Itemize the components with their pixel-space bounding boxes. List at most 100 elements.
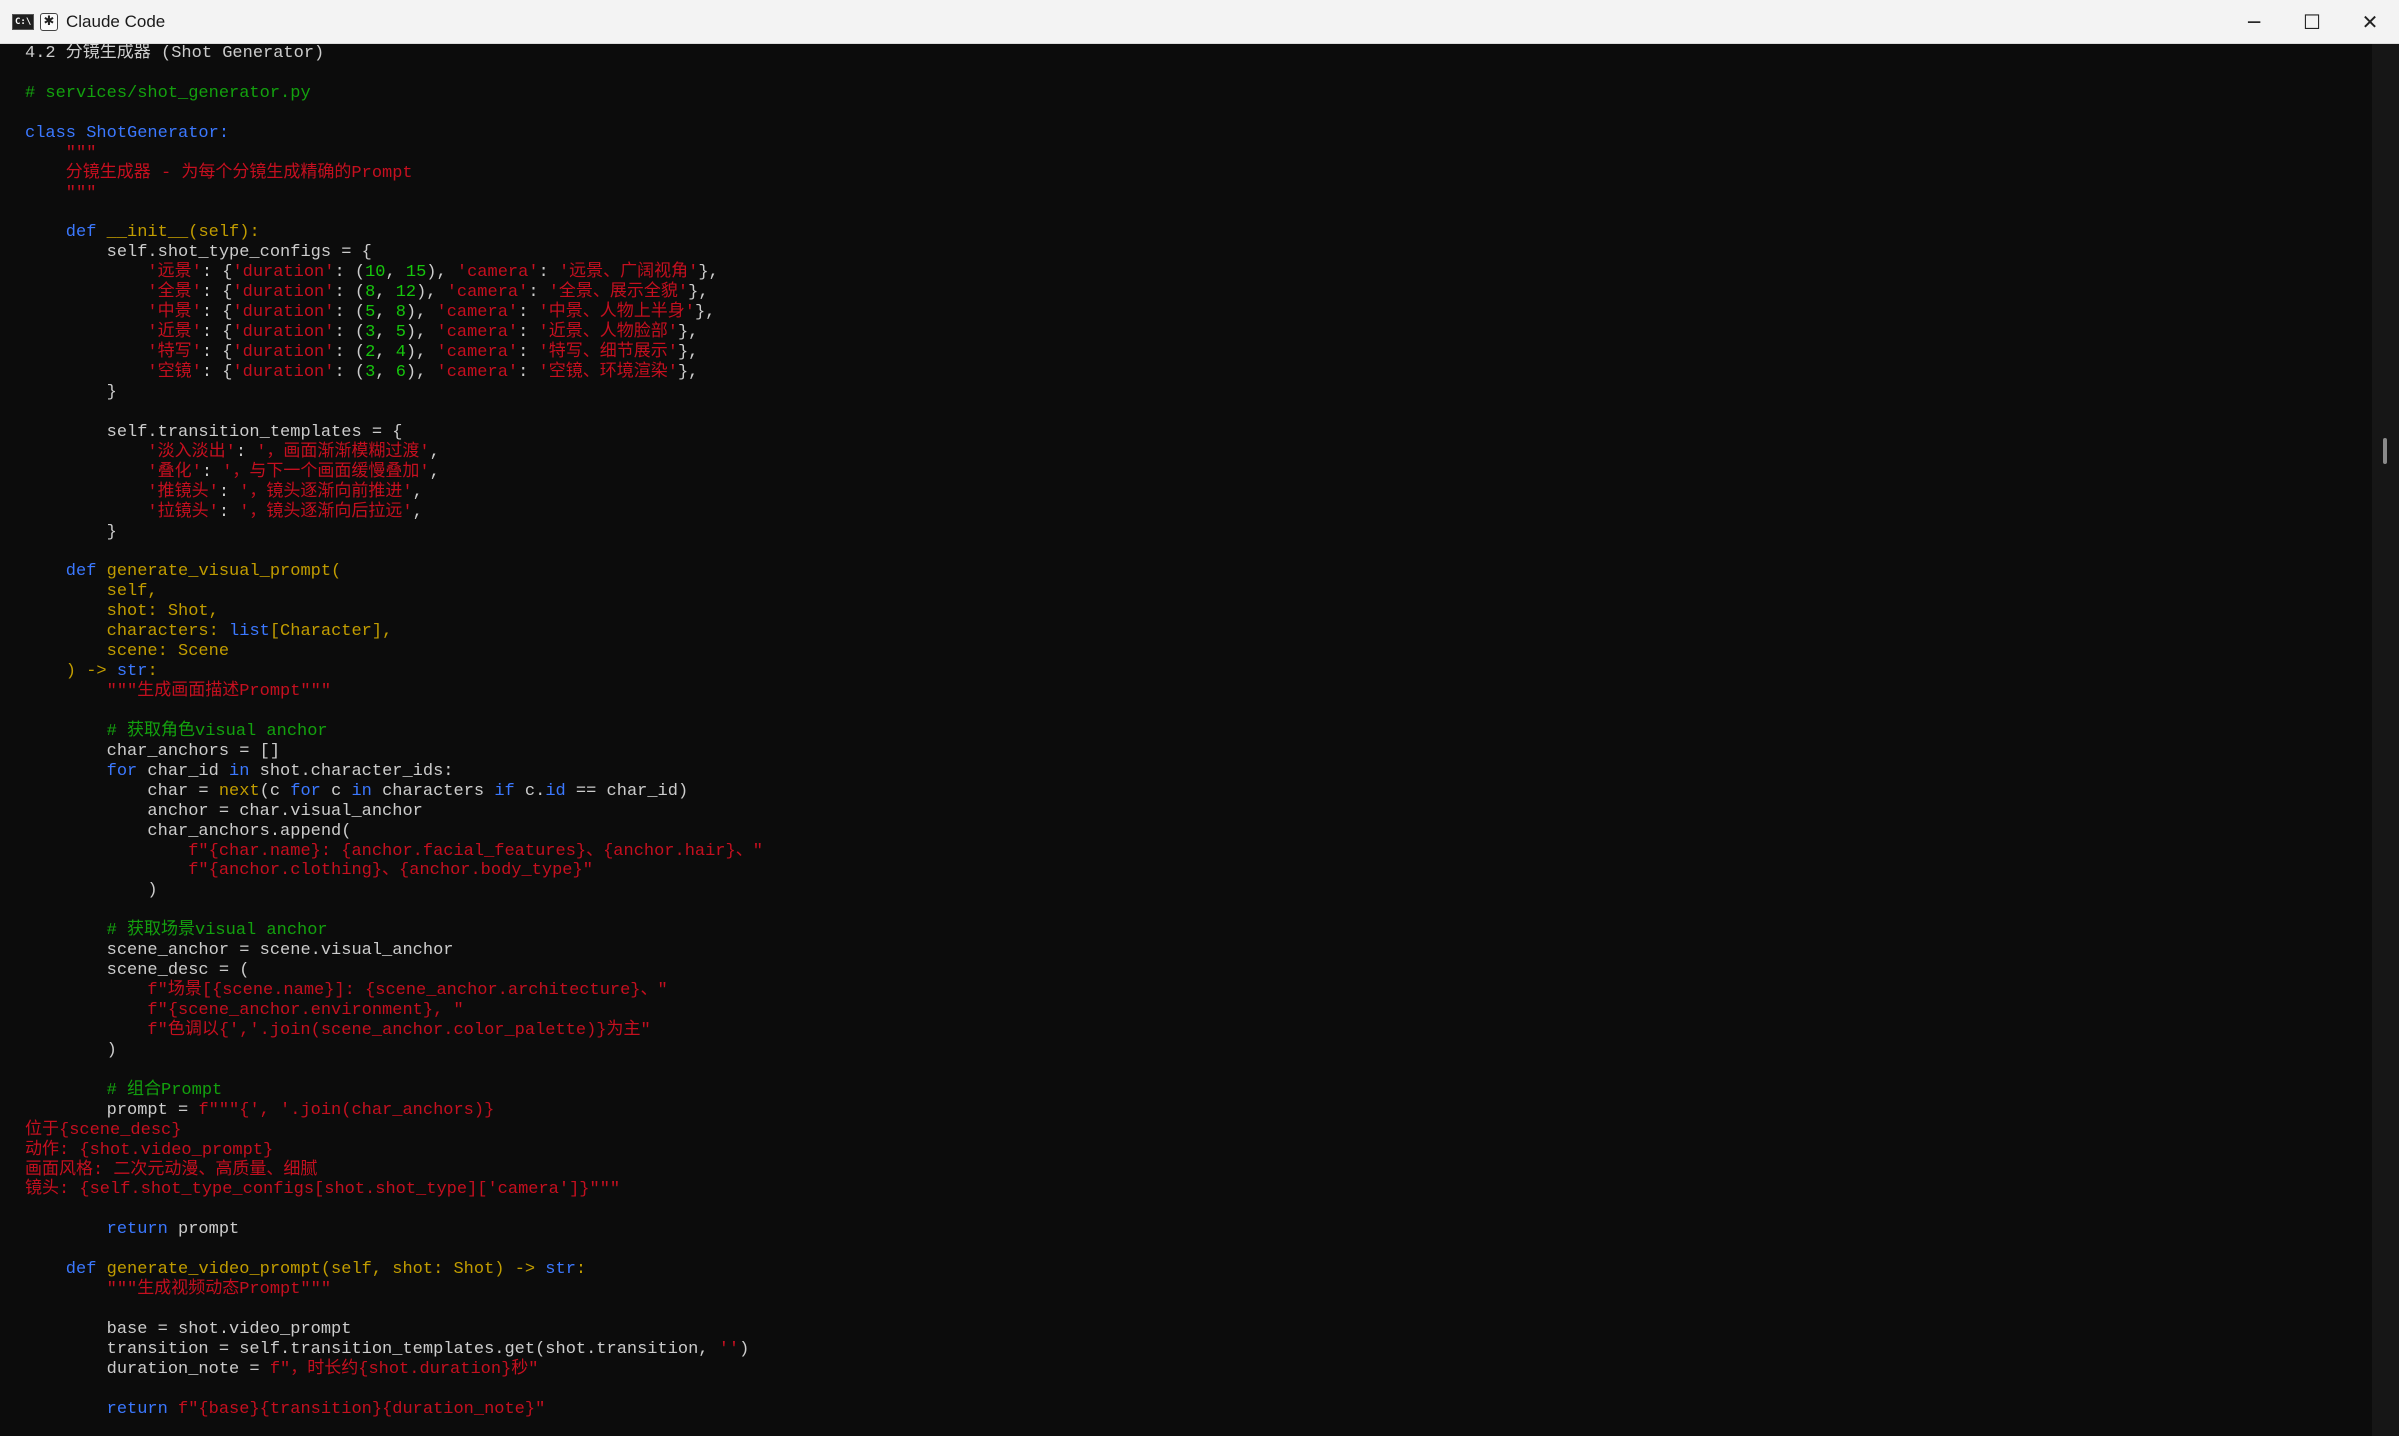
code-token: f"{anchor.clothing}、{anchor.body_type}" (25, 861, 593, 881)
code-token: str (116, 662, 148, 682)
code-line: f"色调以{','.join(scene_anchor.color_palett… (25, 1021, 763, 1041)
code-token: """ (25, 183, 97, 203)
code-token: , (375, 283, 396, 303)
code-line: scene_desc = ( (25, 961, 763, 981)
code-line: '中景': {'duration': (5, 8), 'camera': '中景… (25, 303, 763, 323)
code-token: : { (201, 343, 233, 363)
window-title: Claude Code (66, 11, 166, 31)
code-line: """ (25, 184, 763, 204)
code-token: ), (405, 343, 437, 363)
code-token: : { (201, 363, 233, 382)
code-token: (c (259, 781, 291, 801)
code-token: '，画面渐渐模糊过渡' (256, 442, 430, 462)
code-token: '叠化' (25, 462, 202, 482)
code-token: c (331, 781, 352, 801)
code-token: base = shot.video_prompt (25, 1320, 352, 1339)
code-token: }, (688, 283, 709, 303)
code-token: }, (694, 303, 716, 323)
code-token: 'camera' (436, 363, 519, 382)
code-token: '中景' (25, 303, 202, 323)
code-token: ) (25, 1040, 117, 1060)
code-token: 'duration' (232, 303, 335, 323)
code-line: return prompt (25, 1220, 763, 1240)
code-token: f"""{', '.join(char_anchors)} (198, 1100, 495, 1120)
code-token: 'duration' (232, 323, 335, 343)
code-token: f"{char.name}: {anchor.facial_features}、… (25, 841, 763, 861)
code-token: for (290, 781, 332, 801)
code-token: '，与下一个画面缓慢叠加' (222, 462, 430, 482)
code-token: ), (416, 283, 447, 303)
code-token: ), (405, 323, 437, 343)
terminal-output[interactable]: 4.2 分镜生成器 (Shot Generator) # services/sho… (0, 44, 2372, 1436)
code-token: , (385, 263, 406, 283)
code-line: '推镜头': '，镜头逐渐向前推进', (25, 483, 763, 503)
code-token: : (218, 482, 240, 502)
code-token: c. (524, 781, 546, 801)
minimize-button[interactable]: ─ (2225, 0, 2283, 44)
asterisk-icon: ✱ (40, 12, 58, 31)
code-line: def generate_visual_prompt( (25, 562, 763, 582)
code-token: 位于{scene_desc} (25, 1120, 182, 1140)
code-line: } (25, 383, 763, 403)
code-token: : (538, 263, 559, 283)
code-token: : { (201, 303, 233, 323)
code-token: : (528, 283, 549, 303)
code-line: # 组合Prompt (25, 1081, 763, 1101)
code-token: characters: (25, 622, 230, 642)
code-token: '远景、广阔视角' (558, 263, 699, 283)
close-button[interactable]: ✕ (2341, 0, 2399, 44)
code-token: '近景、人物脸部' (538, 323, 678, 343)
code-token: 8 (395, 303, 406, 323)
code-token: '特写' (25, 343, 202, 363)
maximize-button[interactable]: ☐ (2283, 0, 2341, 44)
code-token: : (575, 1260, 587, 1280)
code-token: : ( (334, 283, 366, 303)
code-token: anchor = char.visual_anchor (25, 801, 423, 821)
scrollbar-thumb[interactable] (2383, 438, 2387, 464)
code-token: 'camera' (436, 343, 519, 363)
code-token: transition = self.transition_templates.g… (25, 1339, 719, 1359)
code-token: generate_visual_prompt( (106, 562, 342, 582)
code-token: char_anchors.append( (25, 821, 352, 841)
code-token: in (351, 781, 383, 801)
code-line: def __init__(self): (25, 223, 763, 243)
code-token: 'camera' (436, 323, 519, 343)
code-token: str (545, 1260, 576, 1280)
code-token: 'duration' (232, 363, 335, 382)
code-token: f"场景[{scene.name}]: {scene_anchor.archit… (25, 981, 668, 1001)
code-line: 动作: {shot.video_prompt} (25, 1141, 763, 1161)
code-token: : (518, 303, 539, 323)
code-token: # 获取角色visual anchor (25, 721, 328, 741)
code-line: 位于{scene_desc} (25, 1121, 763, 1141)
code-token: """ (25, 143, 97, 163)
code-token: 'duration' (232, 283, 335, 303)
code-token: generate_video_prompt(self, shot: Shot) … (106, 1260, 546, 1280)
code-line: characters: list[Character], (25, 622, 763, 642)
code-line: char_anchors.append( (25, 822, 763, 842)
code-line: class ShotGenerator: (25, 124, 763, 144)
code-token: '推镜头' (25, 482, 219, 502)
code-line: ) (25, 881, 763, 901)
code-line: '远景': {'duration': (10, 15), 'camera': '… (25, 263, 763, 283)
code-token: 6 (395, 363, 406, 382)
code-line: """ (25, 144, 763, 164)
title-bar[interactable]: C:\ ✱ Claude Code ─ ☐ ✕ (0, 0, 2399, 44)
cmd-icon: C:\ (12, 13, 34, 30)
code-line: '空镜': {'duration': (3, 6), 'camera': '空镜… (25, 363, 763, 383)
code-token: : { (201, 263, 233, 283)
code-token: self.shot_type_configs = { (25, 243, 372, 263)
code-line: """生成画面描述Prompt""" (25, 682, 763, 702)
code-token: ) (739, 1339, 750, 1359)
code-token: # services/shot_generator.py (25, 83, 311, 103)
code-token: __init__(self): (106, 223, 260, 243)
code-line: char = next(c for c in characters if c.i… (25, 782, 763, 802)
code-token: scene_anchor = scene.visual_anchor (25, 941, 454, 961)
code-token: ) (25, 881, 158, 901)
code-token: : ( (334, 263, 366, 283)
code-line: char_anchors = [] (25, 742, 763, 762)
vertical-scrollbar[interactable] (2372, 44, 2399, 1436)
